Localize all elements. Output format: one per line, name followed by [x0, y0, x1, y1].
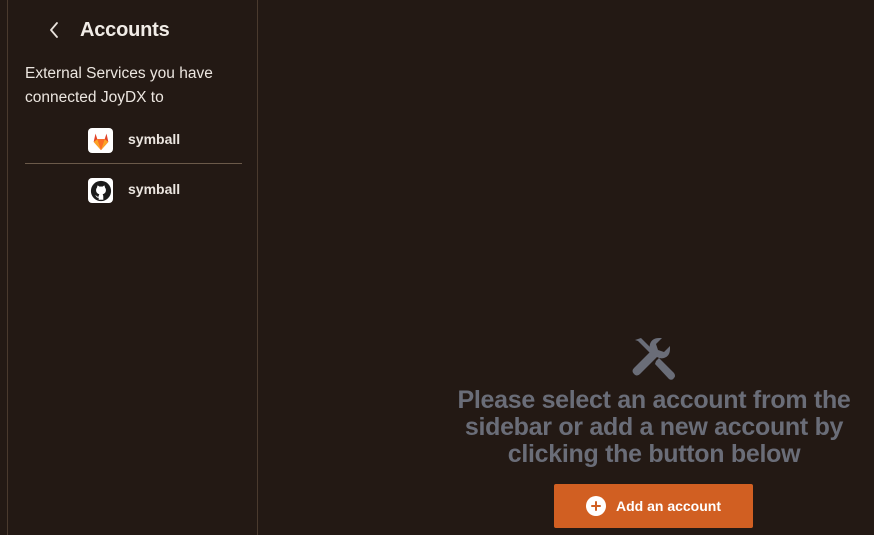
chevron-left-icon: [50, 22, 58, 38]
app-window: Accounts External Services you have conn…: [0, 0, 874, 535]
plus-circle-icon: [585, 496, 606, 516]
sidebar-header: Accounts: [44, 14, 170, 46]
account-item-github[interactable]: symball: [25, 166, 242, 214]
main-panel: Please select an account from the sideba…: [259, 0, 874, 535]
sidebar-description: External Services you have connected Joy…: [25, 65, 213, 106]
sidebar-title: Accounts: [80, 18, 170, 41]
account-label: symball: [128, 131, 181, 147]
tools-icon: [632, 338, 675, 380]
empty-state-message: Please select an account from the sideba…: [457, 386, 851, 468]
gitlab-icon: [88, 128, 113, 153]
account-item-gitlab[interactable]: symball: [25, 116, 242, 164]
accounts-sidebar: Accounts External Services you have conn…: [8, 0, 258, 535]
add-account-label: Add an account: [615, 498, 721, 514]
github-icon: [88, 178, 113, 203]
back-button[interactable]: [44, 18, 64, 42]
account-label: symball: [128, 181, 181, 197]
add-account-button[interactable]: Add an account: [554, 484, 753, 528]
